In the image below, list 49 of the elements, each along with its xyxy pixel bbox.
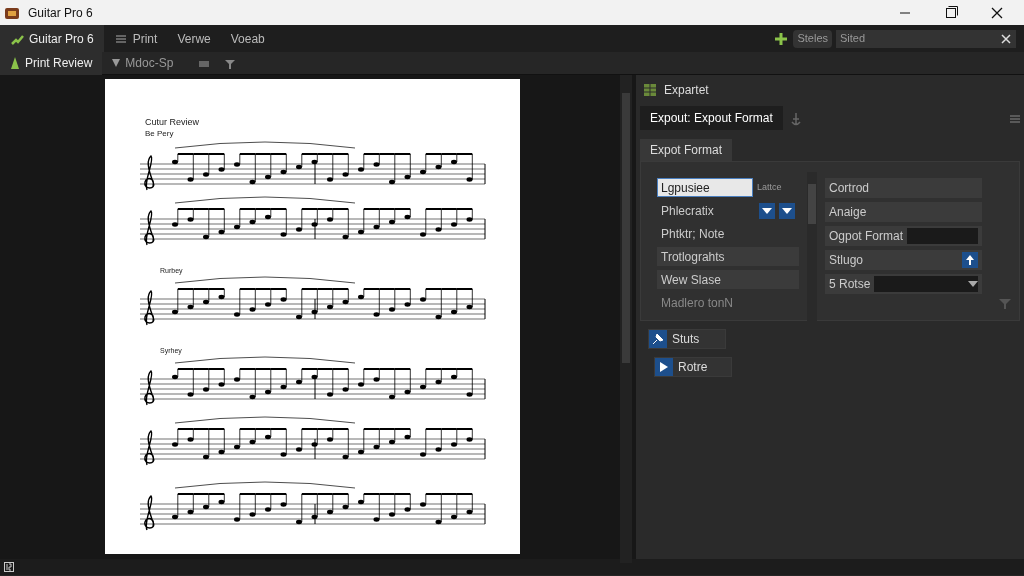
field-label: Phlecratix: [661, 202, 714, 220]
action-button[interactable]: Rotre: [654, 357, 732, 377]
action-button[interactable]: Stuts: [648, 329, 726, 349]
spin-button[interactable]: [759, 202, 775, 219]
input-field[interactable]: Lgpusiee: [657, 178, 753, 197]
menu-tab[interactable]: Print: [103, 25, 168, 52]
add-icon[interactable]: [773, 30, 790, 47]
dropdown-field[interactable]: [874, 276, 978, 292]
sheet-subtitle: Be Pery: [145, 129, 174, 138]
status-icon: [4, 562, 14, 572]
menu-tab[interactable]: Verwe: [167, 25, 221, 52]
up-button[interactable]: [962, 252, 978, 268]
up-arrow-icon: [966, 255, 974, 265]
window-title: Guitar Pro 6: [28, 4, 93, 22]
menu-tab[interactable]: Voeab: [220, 25, 275, 52]
triangle-icon: [10, 56, 20, 70]
scrollbar[interactable]: [620, 75, 632, 563]
print-review-tab[interactable]: Print Review: [0, 51, 103, 75]
scrollbar[interactable]: [807, 172, 817, 322]
anchor-icon[interactable]: [790, 111, 801, 126]
field-label: Stlugo: [829, 252, 864, 269]
grid-icon: [644, 84, 656, 96]
layout-dropdown[interactable]: Mdoc-Sp: [102, 51, 184, 75]
list-item[interactable]: Anaige: [825, 202, 982, 222]
pin-icon: [652, 333, 664, 345]
caret-icon: [112, 59, 121, 67]
spin-button[interactable]: [779, 202, 795, 219]
format-tab[interactable]: Expot Format: [640, 139, 733, 161]
play-icon: [659, 361, 669, 373]
styles-button[interactable]: Steles: [793, 29, 832, 48]
export-tab[interactable]: Expout: Expout Format: [640, 106, 783, 130]
field-label: Ogpot Format: [829, 228, 904, 245]
panel-title: Expartet: [664, 82, 709, 99]
hint-text: Lattce: [757, 180, 782, 194]
field-label: 5 Rotse: [829, 276, 871, 293]
menu-tab[interactable]: Guitar Pro 6: [0, 25, 104, 52]
list-item[interactable]: Cortrod: [825, 178, 982, 198]
search-field[interactable]: Sited: [836, 29, 1016, 48]
menu-icon[interactable]: [1010, 114, 1020, 123]
caret-icon: [968, 280, 978, 288]
filter-icon[interactable]: [225, 58, 236, 69]
list-item[interactable]: Trotlograhts: [657, 247, 799, 266]
filter-icon[interactable]: [999, 297, 1011, 310]
input-field[interactable]: [907, 228, 978, 244]
page-icon[interactable]: [199, 60, 210, 67]
list-item[interactable]: Wew Slase: [657, 270, 799, 289]
clear-icon[interactable]: [1000, 33, 1012, 46]
field-label: Phtktr; Note: [660, 225, 726, 243]
sheet-title: Cutur Review: [145, 117, 200, 127]
